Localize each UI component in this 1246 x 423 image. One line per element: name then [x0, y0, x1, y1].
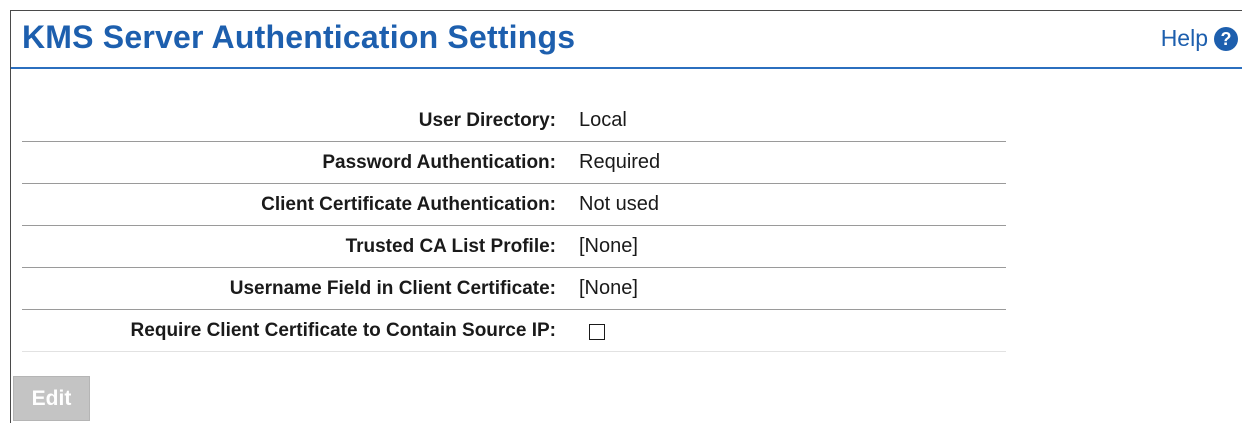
setting-label: Trusted CA List Profile:	[345, 235, 556, 257]
require-source-ip-checkbox	[589, 323, 605, 340]
setting-value: Required	[579, 151, 661, 173]
settings-panel: KMS Server Authentication Settings Help …	[10, 10, 1242, 423]
question-circle-icon[interactable]: ?	[1214, 26, 1238, 51]
setting-label: Username Field in Client Certificate:	[229, 277, 556, 299]
setting-value: Not used	[579, 193, 660, 215]
page-title: KMS Server Authentication Settings	[22, 19, 576, 55]
help-label: Help	[1160, 25, 1208, 51]
setting-row-user-directory: User Directory: Local	[22, 100, 1006, 142]
setting-label: User Directory:	[418, 109, 556, 131]
setting-row-password-authentication: Password Authentication: Required	[22, 142, 1006, 184]
setting-row-client-certificate-authentication: Client Certificate Authentication: Not u…	[22, 184, 1006, 226]
edit-button[interactable]: Edit	[13, 376, 90, 421]
panel-header: KMS Server Authentication Settings Help …	[11, 11, 1242, 69]
setting-value	[579, 310, 605, 351]
setting-row-username-field: Username Field in Client Certificate: [N…	[22, 268, 1006, 310]
setting-label: Client Certificate Authentication:	[261, 193, 556, 215]
setting-value: [None]	[579, 235, 638, 257]
setting-label: Require Client Certificate to Contain So…	[130, 319, 556, 341]
settings-table: User Directory: Local Password Authentic…	[22, 100, 1006, 352]
setting-row-trusted-ca-list-profile: Trusted CA List Profile: [None]	[22, 226, 1006, 268]
help-link[interactable]: Help ?	[1161, 25, 1238, 52]
setting-value: [None]	[579, 277, 638, 299]
setting-value: Local	[579, 109, 627, 131]
setting-row-require-source-ip: Require Client Certificate to Contain So…	[22, 310, 1006, 352]
setting-label: Password Authentication:	[322, 151, 556, 173]
